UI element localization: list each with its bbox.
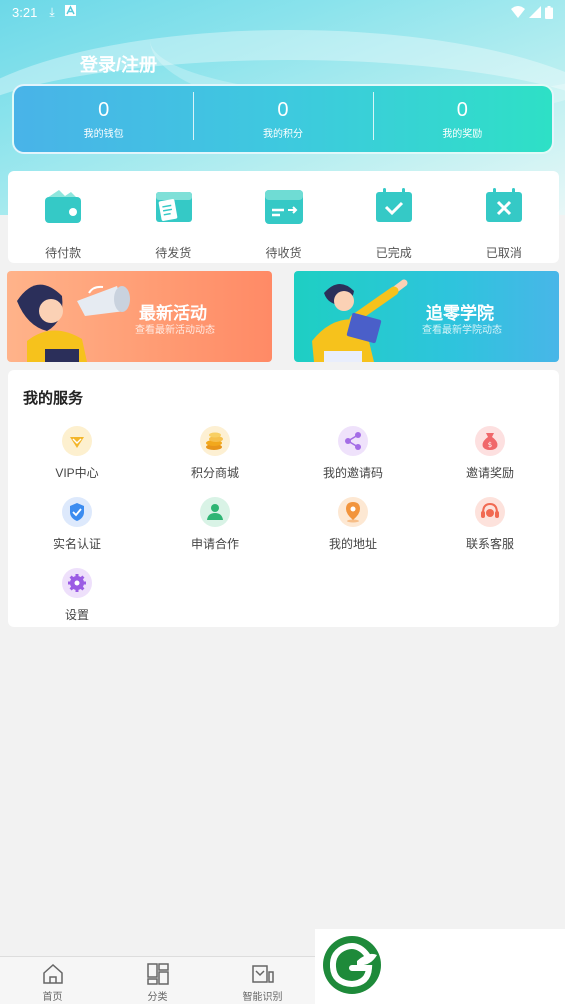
order-label: 待发货 bbox=[155, 246, 192, 260]
calendar-x-icon bbox=[485, 188, 522, 222]
order-label: 待收货 bbox=[265, 246, 302, 260]
service-points-mall[interactable]: 积分商城 bbox=[146, 426, 284, 481]
services-title: 我的服务 bbox=[23, 390, 84, 407]
notification-a-icon bbox=[64, 5, 76, 19]
status-bar: 3:21 ⤓ bbox=[0, 0, 565, 24]
service-my-address[interactable]: 我的地址 bbox=[284, 497, 422, 552]
nav-label: 智能识别 bbox=[242, 992, 283, 1003]
banner-academy[interactable]: 追零学院 查看最新学院动态 bbox=[294, 271, 559, 362]
pointing-man-illustration bbox=[312, 279, 408, 362]
battery-icon bbox=[545, 5, 553, 19]
location-pin-icon bbox=[338, 497, 368, 527]
banner-latest-activity[interactable]: 最新活动 查看最新活动动态 bbox=[7, 271, 272, 362]
stat-label: 我的积分 bbox=[262, 129, 303, 140]
gear-icon bbox=[62, 568, 92, 598]
verified-shield-icon bbox=[62, 497, 92, 527]
bottom-navigation: 首页 分类 智能识别 bbox=[0, 956, 315, 1004]
nav-category[interactable]: 分类 bbox=[105, 957, 210, 1004]
headset-icon bbox=[475, 497, 505, 527]
nav-smart-recognition[interactable]: 智能识别 bbox=[210, 957, 315, 1004]
banner-subtitle: 查看最新活动动态 bbox=[135, 325, 215, 336]
stat-value: 0 bbox=[456, 99, 468, 121]
wallet-icon bbox=[45, 190, 82, 223]
account-stats-card: 0 我的钱包 0 我的积分 0 我的奖励 bbox=[12, 84, 554, 154]
service-my-invite-code[interactable]: 我的邀请码 bbox=[284, 426, 422, 481]
order-cancelled[interactable]: 已取消 bbox=[449, 171, 559, 263]
signal-icon bbox=[529, 6, 541, 18]
download-icon: ⤓ bbox=[49, 4, 55, 19]
service-label: 邀请奖励 bbox=[465, 466, 514, 480]
order-pending-payment[interactable]: 待付款 bbox=[8, 171, 118, 263]
svg-text:$: $ bbox=[488, 441, 492, 449]
category-icon bbox=[146, 963, 169, 985]
stat-label: 我的奖励 bbox=[442, 129, 483, 140]
service-invite-reward[interactable]: $ 邀请奖励 bbox=[421, 426, 559, 481]
coins-icon bbox=[200, 426, 230, 456]
package-icon bbox=[156, 192, 193, 222]
order-pending-shipment[interactable]: 待发货 bbox=[118, 171, 228, 263]
stat-label: 我的钱包 bbox=[83, 129, 124, 140]
service-real-name-auth[interactable]: 实名认证 bbox=[8, 497, 146, 552]
service-vip-center[interactable]: VIP中心 bbox=[8, 426, 146, 481]
service-settings[interactable]: 设置 bbox=[8, 568, 146, 623]
calendar-check-icon bbox=[375, 188, 412, 222]
order-pending-receipt[interactable]: 待收货 bbox=[228, 171, 338, 263]
share-icon bbox=[338, 426, 368, 456]
home-icon bbox=[42, 963, 63, 984]
order-label: 已取消 bbox=[485, 246, 522, 260]
service-label: 积分商城 bbox=[190, 466, 239, 480]
order-label: 已完成 bbox=[375, 246, 412, 260]
megaphone-girl-illustration bbox=[17, 284, 130, 362]
stat-wallet[interactable]: 0 我的钱包 bbox=[14, 98, 193, 140]
service-label: 我的邀请码 bbox=[322, 466, 383, 480]
service-contact-support[interactable]: 联系客服 bbox=[421, 497, 559, 552]
delivery-box-icon bbox=[264, 190, 303, 224]
service-label: 联系客服 bbox=[465, 537, 514, 551]
stat-points[interactable]: 0 我的积分 bbox=[193, 92, 372, 140]
service-label: VIP中心 bbox=[55, 466, 99, 480]
stat-rewards[interactable]: 0 我的奖励 bbox=[372, 92, 552, 140]
status-time: 3:21 bbox=[12, 4, 38, 20]
stat-value: 0 bbox=[98, 99, 110, 121]
order-completed[interactable]: 已完成 bbox=[339, 171, 449, 263]
stat-value: 0 bbox=[277, 99, 289, 121]
order-status-card: 待付款 待发货 待收货 已完成 已取消 bbox=[8, 171, 559, 263]
service-label: 申请合作 bbox=[190, 537, 239, 551]
scan-icon bbox=[251, 965, 274, 983]
order-label: 待付款 bbox=[45, 246, 82, 260]
money-bag-icon: $ bbox=[475, 426, 505, 456]
service-label: 实名认证 bbox=[52, 537, 101, 551]
app-logo bbox=[323, 936, 381, 994]
service-apply-cooperation[interactable]: 申请合作 bbox=[146, 497, 284, 552]
vip-diamond-icon bbox=[62, 426, 92, 456]
nav-home[interactable]: 首页 bbox=[0, 957, 105, 1004]
banner-subtitle: 查看最新学院动态 bbox=[422, 325, 502, 336]
nav-label: 首页 bbox=[42, 992, 63, 1003]
my-services-card: 我的服务 VIP中心 积分商城 我的邀请码 $ 邀请奖励 实名认证 申请合作 我… bbox=[8, 370, 559, 627]
nav-label: 分类 bbox=[147, 992, 168, 1003]
service-label: 设置 bbox=[64, 608, 89, 622]
wifi-icon bbox=[511, 6, 525, 18]
service-label: 我的地址 bbox=[328, 537, 377, 551]
user-icon bbox=[200, 497, 230, 527]
login-register-link[interactable]: 登录/注册 bbox=[80, 51, 157, 77]
